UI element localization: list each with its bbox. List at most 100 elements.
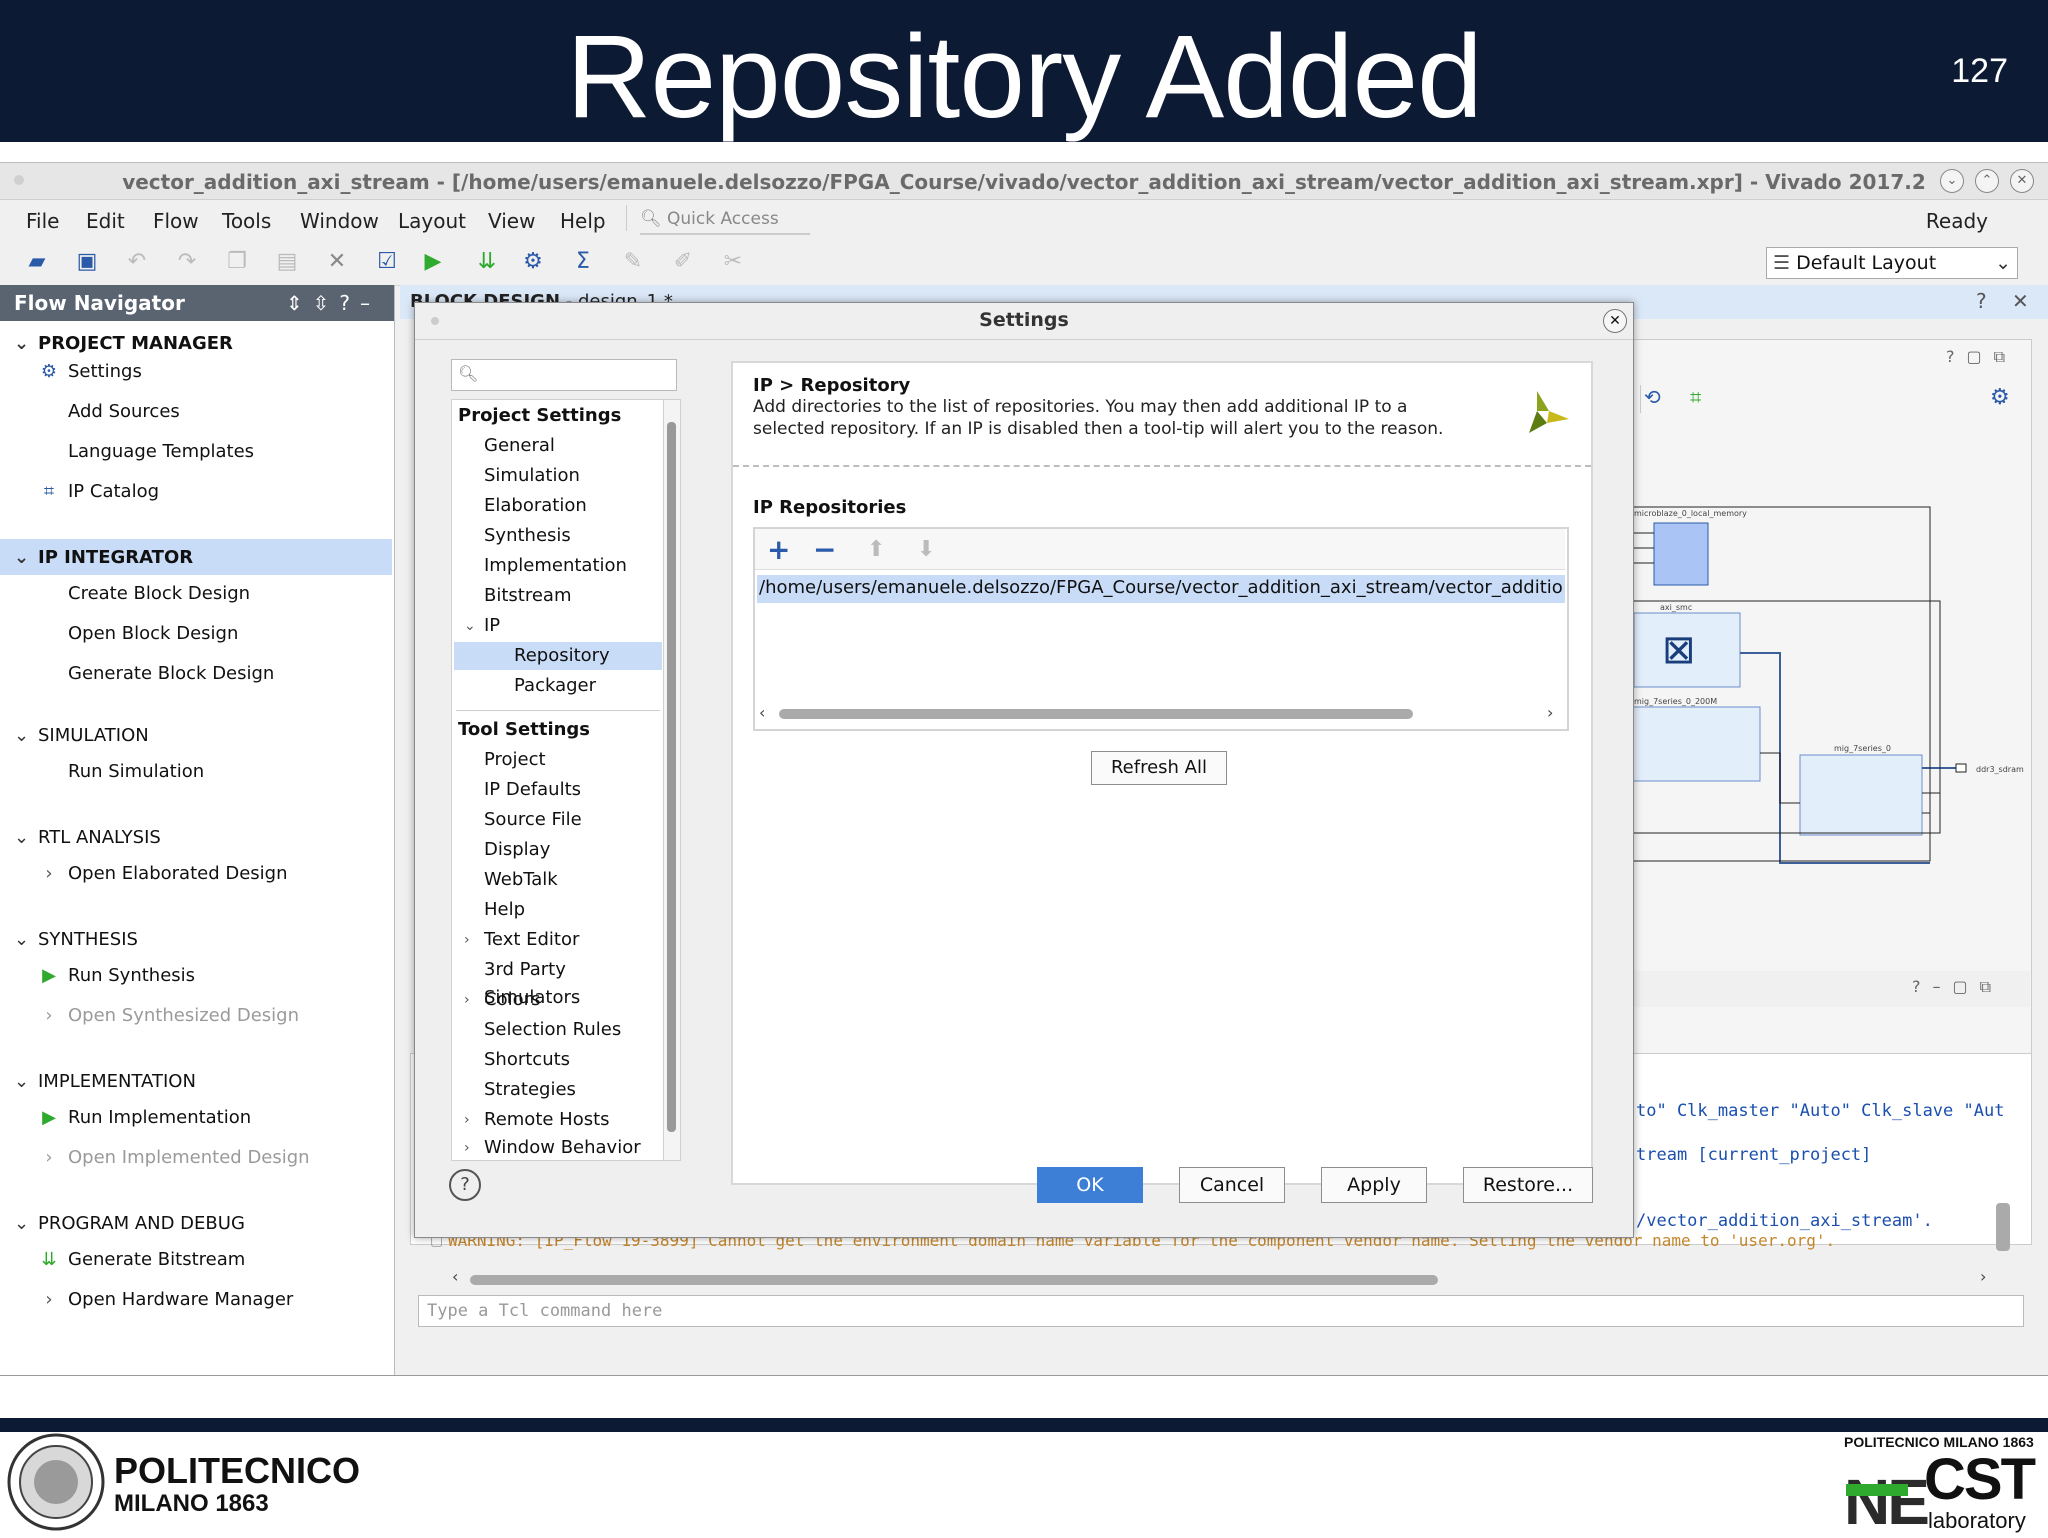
nav-open-elaborated-design[interactable]: Open Elaborated Design [68,863,288,884]
tree-scroll-thumb[interactable] [667,422,676,1132]
section-program-and-debug[interactable]: ⌄ PROGRAM AND DEBUG [14,1213,245,1234]
tool-disabled-3-icon[interactable]: ✂ [720,249,746,275]
help-icon[interactable]: ? [1976,289,1987,313]
copy-icon[interactable]: ❐ [224,249,250,275]
menu-help[interactable]: Help [560,209,606,233]
refresh-all-button[interactable]: Refresh All [1091,751,1227,785]
tree-remote-hosts[interactable]: Remote Hosts [484,1106,610,1134]
tree-elaboration[interactable]: Elaboration [484,492,587,520]
minimize-icon[interactable]: ⌄ [1940,169,1964,193]
tree-project[interactable]: Project [484,746,546,774]
nav-run-synthesis[interactable]: Run Synthesis [68,965,195,986]
tool-disabled-1-icon[interactable]: ✎ [620,249,646,275]
ok-button[interactable]: OK [1037,1167,1143,1203]
tree-ip[interactable]: IP [484,612,500,640]
console-controls-icon[interactable]: ?–▢⧉ [1912,977,2003,997]
restore-button[interactable]: Restore... [1463,1167,1593,1203]
nav-language-templates[interactable]: Language Templates [68,441,254,462]
check-icon[interactable]: ☑ [374,249,400,275]
menu-edit[interactable]: Edit [86,209,125,233]
nav-create-block-design[interactable]: Create Block Design [68,583,250,604]
tree-colors[interactable]: Colors [484,986,540,1014]
delete-icon[interactable]: ✕ [324,249,350,275]
tree-simulation[interactable]: Simulation [484,462,580,490]
tree-ip-defaults[interactable]: IP Defaults [484,776,581,804]
run-icon[interactable]: ▶ [420,249,446,275]
menu-view[interactable]: View [488,209,535,233]
tree-synthesis[interactable]: Synthesis [484,522,571,550]
scroll-right-icon[interactable]: › [1980,1267,1986,1286]
nav-add-sources[interactable]: Add Sources [68,401,180,422]
tree-general[interactable]: General [484,432,555,460]
close-icon[interactable]: ✕ [2010,169,2034,193]
chevron-right-icon[interactable]: › [38,1005,60,1027]
add-repository-icon[interactable]: + [767,533,790,566]
tree-implementation[interactable]: Implementation [484,552,627,580]
bitstream-icon[interactable]: ⇊ [474,249,500,275]
diagram-settings-gear-icon[interactable]: ⚙ [1990,385,2010,410]
tcl-command-input[interactable]: Type a Tcl command here [418,1295,2024,1327]
move-down-icon[interactable]: ⬇ [917,537,935,562]
tree-window-behavior[interactable]: Window Behavior [484,1134,641,1160]
chevron-right-icon[interactable]: › [38,863,60,885]
close-icon[interactable]: ✕ [2012,289,2029,313]
chevron-right-icon[interactable]: › [464,1134,470,1160]
block-mig-7series[interactable] [1799,754,1923,836]
nav-open-block-design[interactable]: Open Block Design [68,623,238,644]
tree-text-editor[interactable]: Text Editor [484,926,579,954]
scroll-left-icon[interactable]: ‹ [759,703,765,722]
section-ip-integrator[interactable]: ⌄ IP INTEGRATOR [14,547,193,568]
help-icon[interactable]: ? [449,1169,481,1201]
tree-display[interactable]: Display [484,836,550,864]
block-mig-200m[interactable] [1630,706,1761,782]
chevron-right-icon[interactable]: › [464,986,470,1014]
move-up-icon[interactable]: ⬆ [867,537,885,562]
scroll-right-icon[interactable]: › [1547,703,1553,722]
flow-navigator-controls-icon[interactable]: ⇕⇳?– [286,285,380,321]
tree-bitstream[interactable]: Bitstream [484,582,572,610]
redo-icon[interactable]: ↷ [174,249,200,275]
open-folder-icon[interactable]: ▰ [24,249,50,275]
maximize-icon[interactable]: ⌃ [1975,169,1999,193]
nav-open-implemented-design[interactable]: Open Implemented Design [68,1147,310,1168]
chevron-right-icon[interactable]: › [464,926,470,954]
apply-button[interactable]: Apply [1321,1167,1427,1203]
section-simulation[interactable]: ⌄ SIMULATION [14,725,149,746]
menu-window[interactable]: Window [300,209,379,233]
nav-open-synthesized-design[interactable]: Open Synthesized Design [68,1005,299,1026]
tree-shortcuts[interactable]: Shortcuts [484,1046,570,1074]
repository-hscrollbar[interactable] [779,709,1413,719]
nav-generate-bitstream[interactable]: Generate Bitstream [68,1249,245,1270]
menu-layout[interactable]: Layout [398,209,466,233]
tree-source-file[interactable]: Source File [484,806,582,834]
regenerate-icon[interactable]: ⟲ [1644,385,1661,409]
validate-icon[interactable]: ⌗ [1690,385,1701,409]
menu-tools[interactable]: Tools [222,209,271,233]
layout-select[interactable]: ☰ Default Layout ⌄ [1766,247,2018,279]
sigma-icon[interactable]: Σ [570,249,596,275]
chevron-right-icon[interactable]: › [38,1289,60,1311]
nav-run-implementation[interactable]: Run Implementation [68,1107,251,1128]
scroll-left-icon[interactable]: ‹ [452,1267,458,1286]
paste-icon[interactable]: ▤ [274,249,300,275]
tree-scrollbar[interactable] [663,399,681,1161]
panel-controls-icon[interactable]: ?▢⧉ [1946,347,2017,367]
cancel-button[interactable]: Cancel [1179,1167,1285,1203]
tree-repository[interactable]: Repository [514,642,610,670]
section-project-manager[interactable]: ⌄ PROJECT MANAGER [14,333,233,354]
tree-3rd-party-simulators[interactable]: 3rd Party Simulators [484,956,664,1008]
tree-webtalk[interactable]: WebTalk [484,866,558,894]
nav-generate-block-design[interactable]: Generate Block Design [68,663,274,684]
console-hscrollbar[interactable] [470,1275,1438,1285]
tool-disabled-2-icon[interactable]: ✐ [670,249,696,275]
tree-help[interactable]: Help [484,896,525,924]
section-implementation[interactable]: ⌄ IMPLEMENTATION [14,1071,196,1092]
save-icon[interactable]: ▣ [74,249,100,275]
settings-gear-icon[interactable]: ⚙ [520,249,546,275]
section-rtl-analysis[interactable]: ⌄ RTL ANALYSIS [14,827,161,848]
remove-repository-icon[interactable]: − [813,533,836,566]
tree-strategies[interactable]: Strategies [484,1076,576,1104]
close-icon[interactable]: ✕ [1603,309,1627,333]
tree-selection-rules[interactable]: Selection Rules [484,1016,621,1044]
nav-open-hardware-manager[interactable]: Open Hardware Manager [68,1289,293,1310]
